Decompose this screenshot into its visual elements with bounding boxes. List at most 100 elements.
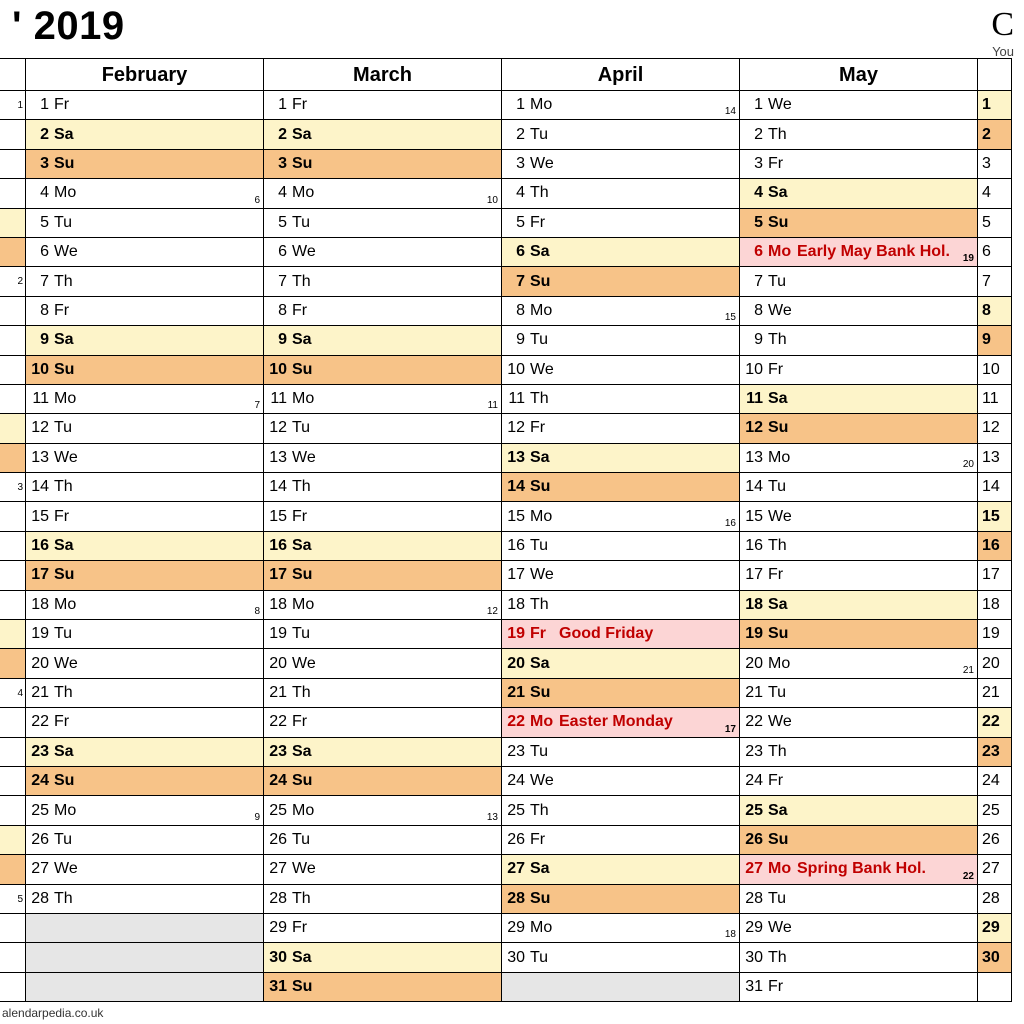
col-june-edge: 1234567891011121314151617181920212223242… bbox=[978, 58, 1012, 1002]
day-of-week: Fr bbox=[290, 302, 320, 320]
day-cell: 13We bbox=[26, 444, 263, 473]
day-of-week: Fr bbox=[766, 566, 796, 584]
day-of-week: Th bbox=[290, 478, 320, 496]
day-of-week: Fr bbox=[290, 96, 320, 114]
day-cell: 9Sa bbox=[26, 326, 263, 355]
day-cell: 29Mo18 bbox=[502, 914, 739, 943]
day-number: 17 bbox=[26, 566, 52, 584]
day-of-week: Tu bbox=[290, 625, 320, 643]
day-cell: 18Mo8 bbox=[26, 591, 263, 620]
day-cell: 12Tu bbox=[264, 414, 501, 443]
day-cell: 26Fr bbox=[502, 826, 739, 855]
day-cell: 7Tu bbox=[740, 267, 977, 296]
day-cell-edge: 5 bbox=[0, 885, 25, 914]
day-cell-edge: 18 bbox=[978, 591, 1011, 620]
day-cell: 25Mo9 bbox=[26, 796, 263, 825]
day-of-week: Mo bbox=[290, 802, 320, 820]
day-of-week: Tu bbox=[52, 625, 82, 643]
day-cell-edge: 9 bbox=[978, 326, 1011, 355]
day-of-week: Tu bbox=[528, 949, 558, 967]
day-number: 12 bbox=[26, 419, 52, 437]
day-number: 18 bbox=[264, 596, 290, 614]
day-of-week: Su bbox=[52, 566, 82, 584]
day-cell: 4Mo10 bbox=[264, 179, 501, 208]
event-label: Good Friday bbox=[558, 625, 739, 643]
day-cell-edge: 21 bbox=[978, 679, 1011, 708]
day-number: 1 bbox=[502, 96, 528, 114]
day-number: 21 bbox=[264, 684, 290, 702]
day-cell: 15We bbox=[740, 502, 977, 531]
day-number: 13 bbox=[502, 449, 528, 467]
week-number: 22 bbox=[963, 871, 974, 882]
event-label: Spring Bank Hol. bbox=[796, 860, 977, 878]
day-number: 15 bbox=[264, 508, 290, 526]
day-of-week: Fr bbox=[52, 96, 82, 114]
day-number: 6 bbox=[740, 243, 766, 261]
day-number: 11 bbox=[502, 390, 528, 408]
day-cell: 20We bbox=[264, 649, 501, 678]
day-number: 5 bbox=[264, 214, 290, 232]
day-of-week: Su bbox=[290, 978, 320, 996]
day-of-week: Mo bbox=[290, 596, 320, 614]
day-of-week: Sa bbox=[52, 743, 82, 761]
day-cell-edge: 16 bbox=[978, 532, 1011, 561]
day-of-week: Fr bbox=[766, 361, 796, 379]
day-of-week: Th bbox=[290, 684, 320, 702]
day-of-week: Su bbox=[52, 361, 82, 379]
week-number: 21 bbox=[963, 665, 974, 676]
day-cell: 19FrGood Friday bbox=[502, 620, 739, 649]
day-cell-edge: 1 bbox=[0, 91, 25, 120]
day-number: 3 bbox=[264, 155, 290, 173]
day-of-week: Su bbox=[52, 772, 82, 790]
week-number: 17 bbox=[725, 724, 736, 735]
day-number: 28 bbox=[502, 890, 528, 908]
day-number: 23 bbox=[502, 743, 528, 761]
day-number: 14 bbox=[264, 478, 290, 496]
day-cell-edge: 13 bbox=[978, 444, 1011, 473]
brand-sub: You bbox=[992, 44, 1014, 59]
day-number: 8 bbox=[26, 302, 52, 320]
day-of-week: We bbox=[528, 772, 558, 790]
day-number: 7 bbox=[26, 273, 52, 291]
day-cell: 7Su bbox=[502, 267, 739, 296]
day-cell: 28Tu bbox=[740, 885, 977, 914]
day-number: 26 bbox=[26, 831, 52, 849]
day-number: 29 bbox=[264, 919, 290, 937]
day-number: 25 bbox=[740, 802, 766, 820]
event-label: Easter Monday bbox=[558, 713, 739, 731]
day-number: 4 bbox=[264, 184, 290, 202]
week-number: 11 bbox=[488, 400, 498, 411]
day-cell-edge bbox=[0, 943, 25, 972]
day-cell: 10Fr bbox=[740, 356, 977, 385]
day-cell: 30Sa bbox=[264, 943, 501, 972]
day-cell: 10Su bbox=[26, 356, 263, 385]
day-of-week: Su bbox=[290, 772, 320, 790]
day-of-week: Su bbox=[528, 890, 558, 908]
day-number: 25 bbox=[264, 802, 290, 820]
day-of-week: Su bbox=[528, 478, 558, 496]
week-number: 9 bbox=[254, 812, 260, 823]
day-of-week: Mo bbox=[766, 860, 796, 878]
day-of-week: Sa bbox=[52, 126, 82, 144]
day-number: 22 bbox=[264, 713, 290, 731]
day-cell-edge: 6 bbox=[978, 238, 1011, 267]
month-header-jun bbox=[978, 58, 1011, 91]
day-cell-edge: 29 bbox=[978, 914, 1011, 943]
day-of-week: Sa bbox=[290, 743, 320, 761]
day-cell: 12Fr bbox=[502, 414, 739, 443]
week-number: 12 bbox=[487, 606, 498, 617]
day-of-week: Th bbox=[52, 684, 82, 702]
day-of-week: Fr bbox=[528, 625, 558, 643]
day-of-week: Mo bbox=[528, 919, 558, 937]
day-of-week: We bbox=[766, 508, 796, 526]
day-number: 19 bbox=[740, 625, 766, 643]
day-number: 5 bbox=[26, 214, 52, 232]
day-number: 22 bbox=[26, 713, 52, 731]
day-cell-edge bbox=[0, 385, 25, 414]
day-number: 3 bbox=[740, 155, 766, 173]
day-of-week: Fr bbox=[290, 919, 320, 937]
day-number: 19 bbox=[264, 625, 290, 643]
day-of-week: We bbox=[290, 655, 320, 673]
day-number: 29 bbox=[740, 919, 766, 937]
week-number: 8 bbox=[254, 606, 260, 617]
